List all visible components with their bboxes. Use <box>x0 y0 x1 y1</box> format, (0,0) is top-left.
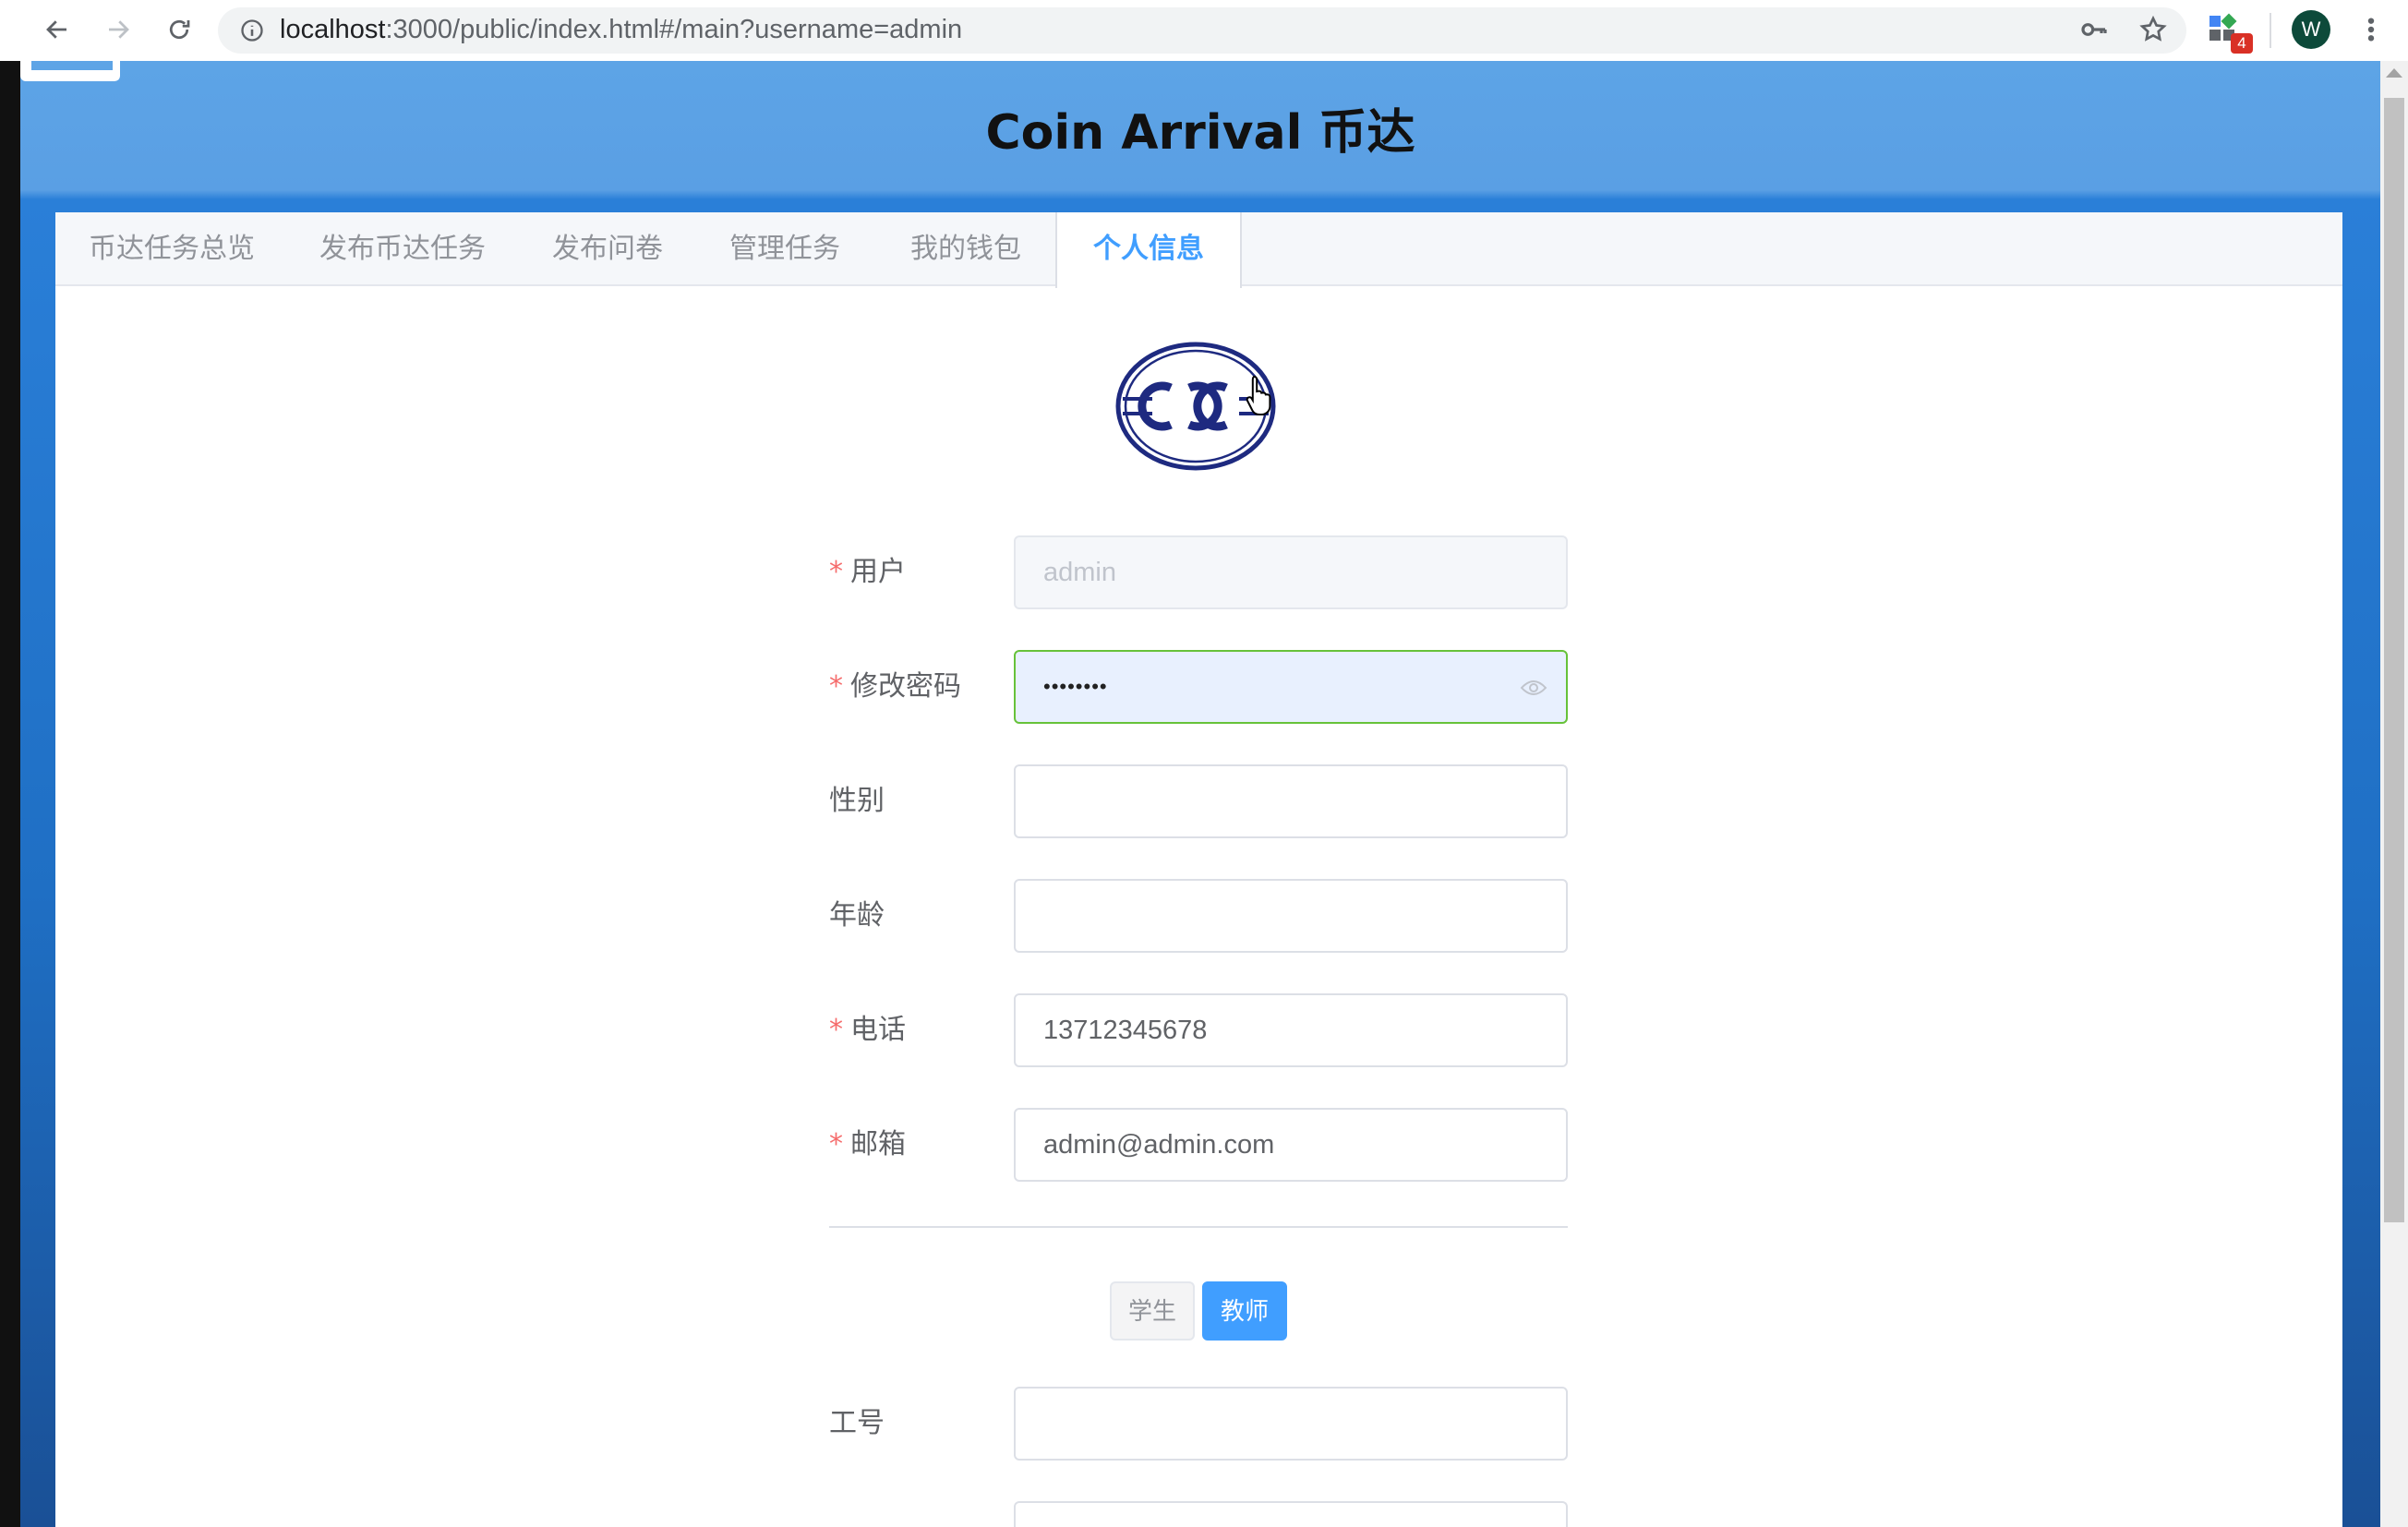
toolbar-divider <box>2270 13 2271 48</box>
back-arrow-icon <box>46 20 66 39</box>
required-mark: * <box>829 1128 843 1160</box>
phone-value: 13712345678 <box>1043 1016 1208 1045</box>
tab-publish-survey[interactable]: 发布问卷 <box>534 212 681 286</box>
scrollbar-thumb[interactable] <box>2384 98 2404 1222</box>
required-mark: * <box>829 1014 843 1046</box>
password-key-button[interactable] <box>2074 9 2114 50</box>
back-button[interactable] <box>37 11 78 48</box>
password-label: * 修改密码 <box>829 650 961 724</box>
url-host: localhost <box>280 15 386 44</box>
username-label: * 用户 <box>829 535 906 609</box>
url-text[interactable]: localhost:3000/public/index.html#/main?u… <box>280 11 962 48</box>
password-label-text: 修改密码 <box>850 670 961 703</box>
email-label-text: 邮箱 <box>850 1128 906 1160</box>
tab-task-overview[interactable]: 币达任务总览 <box>70 212 273 286</box>
key-icon <box>2081 23 2107 36</box>
reload-icon <box>169 19 190 40</box>
bookmark-star-button[interactable] <box>2133 9 2173 50</box>
username-label-text: 用户 <box>850 556 906 588</box>
gender-label: 性别 <box>829 785 885 817</box>
required-mark: * <box>829 556 843 588</box>
tab-manage-tasks[interactable]: 管理任务 <box>711 212 859 286</box>
url-path: :3000/public/index.html#/main?username=a… <box>385 15 963 44</box>
role-teacher-button[interactable]: 教师 <box>1202 1281 1287 1341</box>
age-input[interactable] <box>1014 879 1568 953</box>
tab-my-wallet[interactable]: 我的钱包 <box>892 212 1040 286</box>
email-value: admin@admin.com <box>1043 1130 1275 1160</box>
window-edge <box>0 61 20 1527</box>
form-divider <box>829 1226 1568 1228</box>
email-label: * 邮箱 <box>829 1108 906 1182</box>
site-info-icon[interactable] <box>236 15 268 46</box>
staff-id-input[interactable] <box>1014 1387 1568 1461</box>
tab-publish-task[interactable]: 发布币达任务 <box>301 212 504 286</box>
next-field-input[interactable] <box>1014 1501 1568 1527</box>
extension-badge: 4 <box>2231 33 2253 54</box>
browser-menu-button[interactable] <box>2351 9 2391 50</box>
header-tab-fragment <box>20 61 120 81</box>
phone-label-text: 电话 <box>850 1014 906 1046</box>
more-vert-icon <box>2367 18 2375 42</box>
forward-button[interactable] <box>98 11 138 48</box>
reload-button[interactable] <box>159 11 199 48</box>
username-value: admin <box>1043 558 1116 587</box>
hand-cursor-icon <box>1245 373 1274 417</box>
tab-personal-info[interactable]: 个人信息 <box>1055 212 1242 288</box>
star-icon <box>2139 15 2167 42</box>
password-value: •••••••• <box>1043 675 1108 698</box>
scroll-up-arrow-icon[interactable] <box>2386 68 2402 78</box>
forward-arrow-icon <box>109 20 129 39</box>
show-password-eye-icon[interactable] <box>1518 674 1549 702</box>
app-title: Coin Arrival 币达 <box>985 105 1415 161</box>
phone-label: * 电话 <box>829 993 906 1067</box>
age-label: 年龄 <box>829 899 885 932</box>
gender-input[interactable] <box>1014 764 1568 838</box>
staff-id-label: 工号 <box>829 1407 885 1439</box>
profile-avatar[interactable]: W <box>2292 10 2330 49</box>
role-student-button[interactable]: 学生 <box>1110 1281 1195 1341</box>
required-mark: * <box>829 670 843 703</box>
